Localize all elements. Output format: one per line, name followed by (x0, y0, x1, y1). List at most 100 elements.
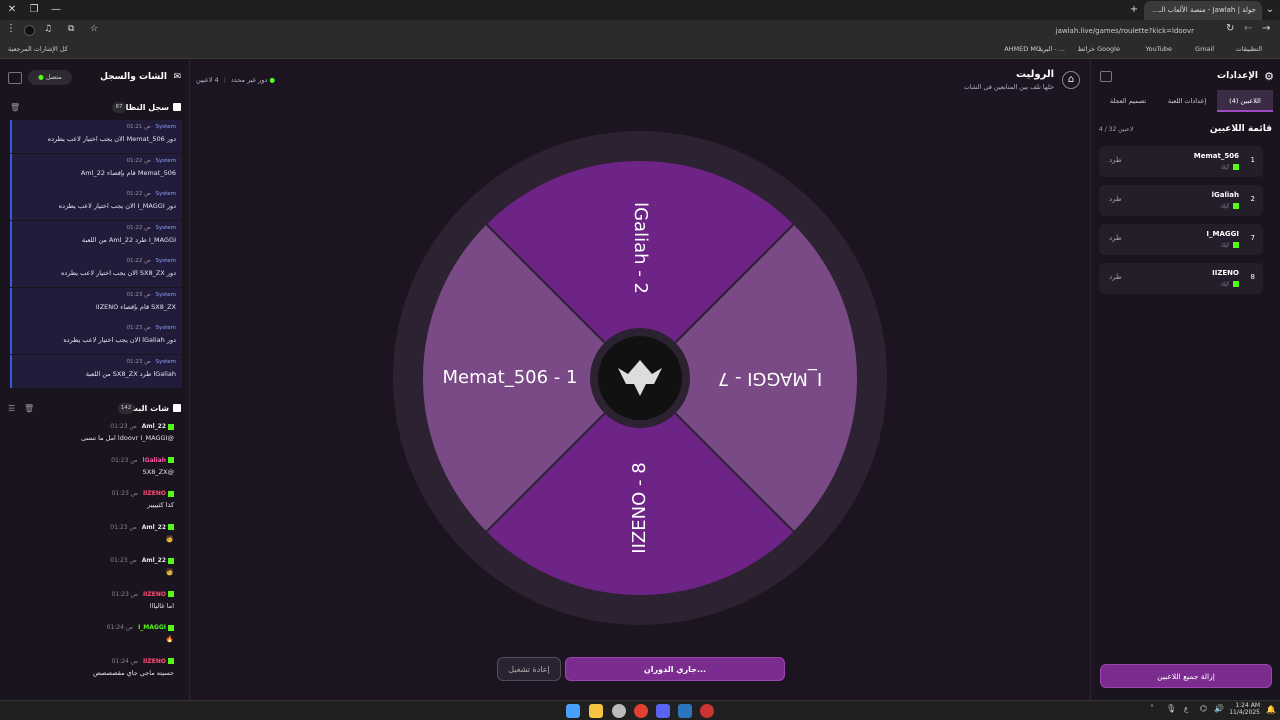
player-number: 1 (1250, 156, 1255, 164)
chat-message: 01:23 ص lGaliah @SX8_ZX (10, 454, 182, 487)
kick-player-button[interactable]: طرد (1109, 234, 1122, 242)
trash-icon[interactable]: 🗑 (10, 103, 20, 112)
connection-status-badge: ● متصل (28, 70, 72, 85)
chat-message-text: 🧑 (165, 568, 174, 576)
star-icon[interactable]: ☆ (90, 24, 98, 34)
extensions-icon[interactable]: ⧉ (68, 24, 74, 34)
filter-icon[interactable]: ☰ (8, 404, 15, 413)
system-log-title: سجل النظام (119, 103, 169, 112)
tab-game-settings[interactable]: إعدادات اللعبة (1159, 90, 1215, 112)
menu-icon[interactable]: ⋮ (6, 23, 16, 34)
kick-badge-icon (168, 591, 174, 597)
system-log-meta: 01:22 ص System (126, 225, 176, 231)
settings-title: الإعدادات (1217, 71, 1258, 81)
chat-username[interactable]: Aml_22 (142, 524, 166, 531)
bookmark-all[interactable]: كل الإشارات المرجعية (8, 45, 68, 53)
kick-player-button[interactable]: طرد (1109, 195, 1122, 203)
discord-icon[interactable] (656, 704, 670, 718)
kick-badge-icon (168, 624, 174, 631)
player-platform: كيك (1220, 164, 1239, 171)
steam-icon[interactable] (678, 704, 692, 718)
browser-tab[interactable]: جولة | Jawlah - منصة الألعاب الـ... (1144, 1, 1262, 20)
system-log-time: 01:23 ص (126, 291, 151, 298)
volume-icon[interactable]: 🔊 (1214, 704, 1224, 713)
recording-app-icon[interactable] (700, 704, 714, 718)
chat-message-time: 01:24 ص (106, 624, 134, 631)
system-log-meta: 01:22 ص System (126, 158, 176, 164)
forward-icon[interactable]: ← (1244, 23, 1252, 34)
reload-icon[interactable]: ↻ (1226, 23, 1234, 34)
browser-tab-bar: ✕ ❐ — + جولة | Jawlah - منصة الألعاب الـ… (0, 0, 1280, 20)
chat-username[interactable]: IIZENO (143, 658, 166, 665)
chat-message-text: @SX8_ZX (142, 467, 174, 476)
chat-username[interactable]: IIZENO (143, 490, 166, 497)
kick-player-button[interactable]: طرد (1109, 273, 1122, 281)
chat-username[interactable]: lGaliah (143, 457, 166, 464)
tray-chevron-icon[interactable]: ˄ (1150, 704, 1154, 713)
player-platform: كيك (1220, 281, 1239, 288)
back-icon[interactable]: → (1262, 23, 1270, 34)
chrome-icon[interactable] (634, 704, 648, 718)
chat-username[interactable]: IIZENO (143, 591, 166, 598)
new-tab-icon[interactable]: + (1126, 2, 1142, 18)
bookmark-youtube[interactable]: YouTube (1146, 45, 1172, 53)
chat-username[interactable]: Aml_22 (142, 423, 166, 430)
system-log-sender: System (155, 358, 176, 365)
settings-panel: ⚙ الإعدادات اللاعبين (4) إعدادات اللعبة … (1090, 60, 1280, 700)
url-field[interactable]: jawlah.live/games/roulette?kick=ldoovr (108, 22, 1200, 40)
close-window-icon[interactable]: ✕ (4, 2, 20, 18)
minimize-window-icon[interactable]: — (48, 2, 64, 18)
kick-player-button[interactable]: طرد (1109, 156, 1122, 164)
chat-username[interactable]: Aml_22 (142, 557, 166, 564)
tab-search-icon[interactable]: ⌄ (1262, 2, 1278, 18)
system-log-message: I_MAGGI طرد Aml_22 من اللعبة (81, 235, 176, 244)
media-icon[interactable]: ♫ (44, 24, 52, 34)
restart-button[interactable]: إعادة تشغيل (497, 657, 561, 681)
bookmark-gmail[interactable]: Gmail (1195, 45, 1214, 53)
system-log-item: 01:21 ص System دور Memat_506 الان يجب اخت… (10, 120, 182, 153)
profile-avatar[interactable] (24, 25, 35, 36)
file-explorer-icon[interactable] (589, 704, 603, 718)
system-log-item: 01:22 ص System دور SX8_ZX الان يجب اختيار… (10, 254, 182, 287)
microphone-icon[interactable]: 🎙 (1166, 704, 1176, 713)
collapse-panel-icon[interactable] (1100, 71, 1112, 82)
collapse-panel-icon[interactable] (8, 72, 22, 84)
system-log-item: 01:23 ص System دور lGaliah الان يجب اختيا… (10, 321, 182, 354)
chat-panel-title: الشات والسجل (100, 72, 167, 82)
remove-all-players-button[interactable]: إزالة جميع اللاعبين (1100, 664, 1272, 688)
live-chat-list: 01:23 ص Aml_22 @ldoovr I_MAGGI امل ما تنس… (10, 420, 184, 690)
bookmark-apps[interactable]: التطبيقات (1236, 45, 1262, 53)
spinning-button[interactable]: جاري الدوران... (565, 657, 785, 681)
player-platform: كيك (1220, 203, 1239, 210)
bookmarks-bar: التطبيقات Gmail YouTube خرائط Google الب… (0, 42, 1280, 59)
system-log-message: دور SX8_ZX الان يجب اختيار لاعب يطرده (61, 269, 176, 277)
kick-badge-icon (168, 423, 174, 430)
live-chat-title: شات البث (129, 404, 169, 413)
chat-message-time: 01:23 ص (110, 557, 137, 564)
settings-app-icon[interactable] (612, 704, 626, 718)
system-log-message: دور Memat_506 الان يجب اختيار لاعب يطرده (47, 135, 176, 143)
chat-username[interactable]: I_MAGGI (138, 624, 166, 631)
player-platform-label: كيك (1220, 281, 1230, 288)
system-log-item: 01:23 ص System SX8_ZX قام بإقصاء IIZENO (10, 287, 182, 321)
player-platform-label: كيك (1220, 242, 1230, 249)
notification-icon[interactable]: 🔔 (1266, 705, 1276, 714)
trash-icon[interactable]: 🗑 (24, 404, 34, 413)
restore-window-icon[interactable]: ❐ (26, 2, 42, 18)
bookmark-maps[interactable]: خرائط Google (1078, 45, 1120, 53)
player-row: 7 I_MAGGI كيك طرد (1099, 224, 1263, 255)
system-log-meta: 01:23 ص System (126, 359, 176, 365)
system-log-sender: System (155, 325, 176, 331)
tab-wheel-design[interactable]: تصميم العجلة (1099, 90, 1157, 112)
chat-message-time: 01:23 ص (111, 456, 138, 464)
network-icon[interactable]: ⌬ (1200, 704, 1207, 713)
address-bar: → ← ↻ jawlah.live/games/roulette?kick=ld… (0, 20, 1280, 42)
tab-players[interactable]: اللاعبين (4) (1217, 90, 1273, 112)
home-icon[interactable]: ⌂ (1062, 71, 1080, 89)
chat-message-meta: 01:23 ص Aml_22 (110, 524, 174, 531)
bookmark-ahmed[interactable]: AHMED MO... (1004, 45, 1047, 53)
clock[interactable]: 1:24 AM 11/4/2025 (1226, 702, 1260, 716)
language-indicator[interactable]: ع (1184, 705, 1188, 713)
roulette-wheel[interactable]: lGaliah - 2 I_MAGGI - 7 IIZENO - 8 Memat_50… (390, 128, 890, 628)
windows-start-icon[interactable] (566, 704, 580, 718)
